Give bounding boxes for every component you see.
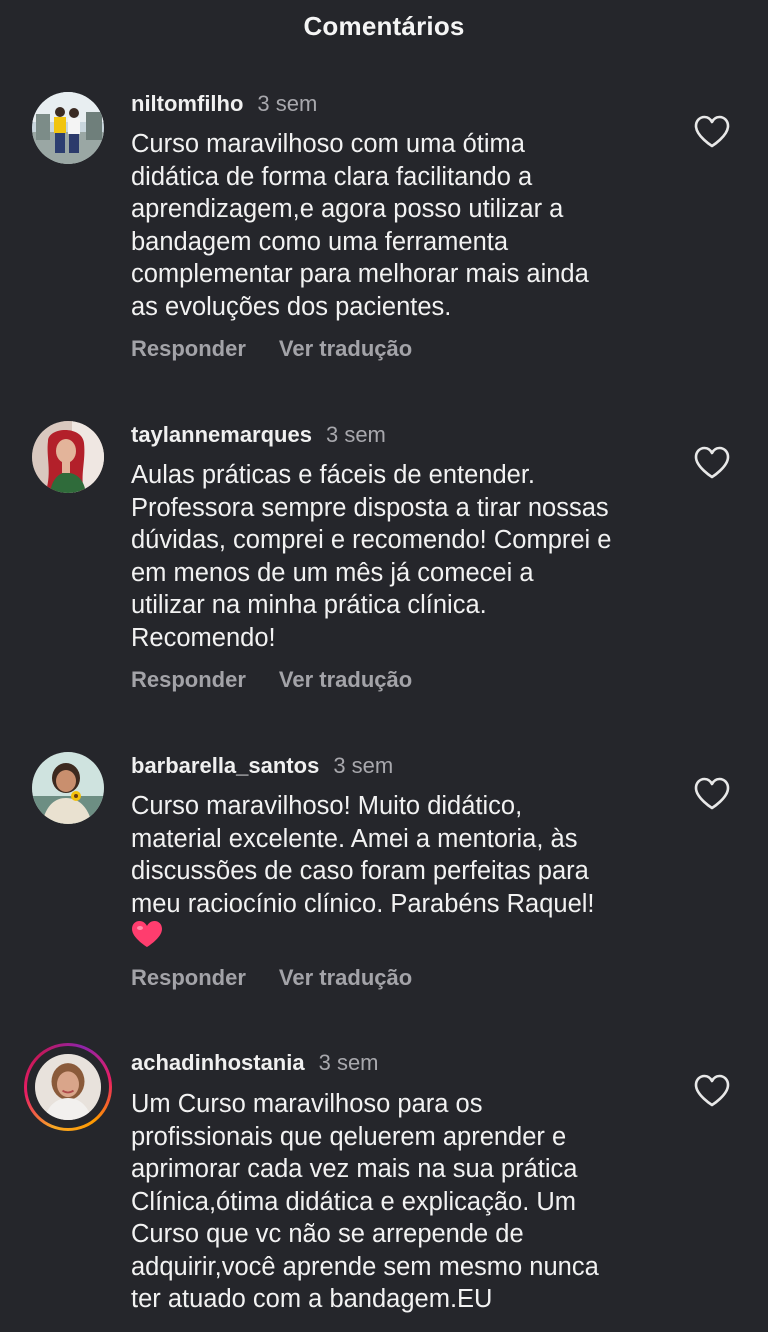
comment-actions: Responder Ver tradução <box>131 336 412 362</box>
comment-meta: niltomfilho 3 sem <box>131 88 317 120</box>
reply-button[interactable]: Responder <box>131 965 246 991</box>
comment-text: Curso maravilhoso com uma ótima didática… <box>131 130 589 321</box>
comment-text: Um Curso maravilhoso para os profissiona… <box>131 1090 599 1313</box>
reply-button[interactable]: Responder <box>131 336 246 362</box>
page-title: Comentários <box>303 10 465 41</box>
heart-outline-icon[interactable] <box>692 776 732 812</box>
see-translation-button[interactable]: Ver tradução <box>279 336 412 362</box>
story-ring[interactable] <box>24 1043 112 1131</box>
heart-outline-icon[interactable] <box>692 445 732 481</box>
comment-timestamp: 3 sem <box>318 1050 379 1075</box>
avatar[interactable] <box>32 752 104 824</box>
reply-button[interactable]: Responder <box>131 667 246 693</box>
comment-actions: Responder Ver tradução <box>131 965 412 991</box>
comment-meta: barbarella_santos 3 sem <box>131 750 393 782</box>
comment-timestamp: 3 sem <box>333 753 394 778</box>
comment-text: Curso maravilhoso! Muito didático, mater… <box>131 790 666 953</box>
heart-outline-icon[interactable] <box>692 1073 732 1109</box>
comment-text: Aulas práticas e fáceis de entender. Pro… <box>131 461 612 652</box>
heart-outline-icon[interactable] <box>692 114 732 150</box>
comment-actions: Responder Ver tradução <box>131 667 412 693</box>
comment-timestamp: 3 sem <box>257 91 318 116</box>
comment-meta: achadinhostania 3 sem <box>131 1047 379 1079</box>
comment-username[interactable]: taylannemarques <box>131 422 312 448</box>
see-translation-button[interactable]: Ver tradução <box>279 965 412 991</box>
comment-meta: taylannemarques 3 sem <box>131 419 386 451</box>
avatar[interactable] <box>24 1043 112 1131</box>
comment-username[interactable]: niltomfilho <box>131 91 243 117</box>
comment-timestamp: 3 sem <box>325 422 386 447</box>
comment-username[interactable]: achadinhostania <box>131 1050 305 1076</box>
comments-header: Comentários <box>0 0 768 56</box>
heart-emoji-icon <box>132 921 162 947</box>
comment-username[interactable]: barbarella_santos <box>131 753 319 779</box>
avatar[interactable] <box>32 421 104 493</box>
avatar[interactable] <box>32 92 104 164</box>
see-translation-button[interactable]: Ver tradução <box>279 667 412 693</box>
comment-text-content: Curso maravilhoso! Muito didático, mater… <box>131 792 595 918</box>
